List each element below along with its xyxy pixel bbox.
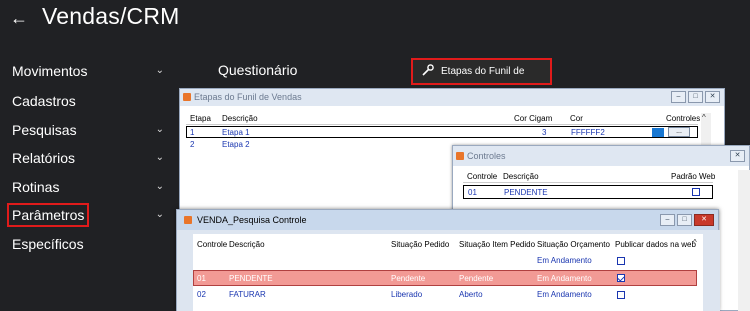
- close-button[interactable]: ✕: [694, 214, 714, 226]
- column-header[interactable]: Controles: [666, 114, 700, 123]
- close-button[interactable]: ✕: [730, 150, 745, 162]
- window-titlebar: VENDA_Pesquisa Controle – □ ✕: [177, 210, 718, 230]
- cell-situacao-orcamento: Em Andamento: [537, 274, 592, 283]
- sidebar-item-label: Cadastros: [12, 93, 76, 109]
- column-header[interactable]: Descrição: [503, 172, 539, 181]
- table-row[interactable]: Em Andamento: [193, 254, 689, 268]
- publicar-checkbox[interactable]: [617, 274, 625, 282]
- sidebar-item-relatorios[interactable]: Relatórios ⌄: [12, 145, 172, 171]
- sidebar-item-parametros[interactable]: Parâmetros ⌄: [6, 202, 172, 228]
- minimize-button[interactable]: –: [671, 91, 686, 103]
- cell-cor: FFFFFF2: [571, 128, 605, 137]
- window-title: Controles: [467, 151, 506, 161]
- column-header[interactable]: Padrão Web: [671, 172, 715, 181]
- column-header[interactable]: Etapa: [190, 114, 211, 123]
- close-button[interactable]: ✕: [705, 91, 720, 103]
- column-header[interactable]: Descrição: [222, 114, 258, 123]
- column-header[interactable]: Publicar dados na web: [615, 240, 696, 249]
- sidebar-item-pesquisas[interactable]: Pesquisas ⌄: [12, 117, 172, 143]
- menu-item-questionario[interactable]: Questionário: [218, 62, 297, 78]
- table-row-selected[interactable]: 01 PENDENTE Pendente Pendente Em Andamen…: [193, 270, 697, 286]
- page-title: Vendas/CRM: [42, 3, 180, 29]
- sidebar-item-label: Movimentos: [12, 63, 88, 79]
- pesquisa-controle-window: VENDA_Pesquisa Controle – □ ✕ Controle Des…: [176, 209, 720, 311]
- cell-descricao: PENDENTE: [504, 188, 548, 197]
- cell-situacao-item: Aberto: [459, 290, 483, 299]
- chevron-up-icon[interactable]: ^: [702, 113, 706, 122]
- window-title: Etapas do Funil de Vendas: [194, 92, 302, 102]
- column-header[interactable]: Situação Pedido: [391, 240, 449, 249]
- publicar-checkbox[interactable]: [617, 257, 625, 265]
- table-row[interactable]: 02 FATURAR Liberado Aberto Em Andamento: [193, 288, 689, 302]
- cell-situacao-orcamento: Em Andamento: [537, 290, 592, 299]
- cell-descricao: FATURAR: [229, 290, 266, 299]
- sidebar-item-label: Específicos: [12, 236, 84, 252]
- sidebar-item-label: Pesquisas: [12, 122, 77, 138]
- app-icon: [456, 152, 464, 160]
- column-header[interactable]: Descrição: [229, 240, 265, 249]
- column-header[interactable]: Cor: [570, 114, 583, 123]
- sidebar-item-cadastros[interactable]: Cadastros: [12, 88, 172, 114]
- cell-situacao-orcamento: Em Andamento: [537, 256, 592, 265]
- app-icon: [183, 93, 191, 101]
- maximize-button[interactable]: □: [688, 91, 703, 103]
- sidebar-item-label: Relatórios: [12, 150, 76, 166]
- cell-descricao: Etapa 2: [222, 140, 250, 149]
- sidebar-item-movimentos[interactable]: Movimentos ⌄: [12, 58, 172, 84]
- table-row[interactable]: 01 PENDENTE: [463, 185, 713, 199]
- table-row[interactable]: 1 Etapa 1 3 FFFFFF2 ...: [186, 126, 698, 138]
- cell-controle: 01: [197, 274, 206, 283]
- cell-descricao: Etapa 1: [222, 128, 250, 137]
- sidebar-item-label: Parâmetros: [6, 203, 90, 227]
- sidebar-item-especificos[interactable]: Específicos: [12, 231, 172, 257]
- sidebar-item-label: Rotinas: [12, 179, 60, 195]
- sidebar-item-rotinas[interactable]: Rotinas ⌄: [12, 174, 172, 200]
- chevron-down-icon: ⌄: [155, 209, 164, 220]
- chevron-up-icon[interactable]: ^: [693, 238, 697, 247]
- column-header[interactable]: Cor Cigam: [514, 114, 552, 123]
- cell-situacao-item: Pendente: [459, 274, 494, 283]
- maximize-button[interactable]: □: [677, 214, 692, 226]
- cell-etapa: 2: [190, 140, 195, 149]
- chevron-down-icon: ⌄: [155, 152, 164, 163]
- cell-situacao-pedido: Pendente: [391, 274, 426, 283]
- table-header: Etapa Descrição Cor Cigam Cor Controles: [186, 113, 700, 125]
- table-header: Controle Descrição Padrão Web: [463, 171, 715, 183]
- cell-etapa: 1: [190, 128, 195, 137]
- cell-controle: 02: [197, 290, 206, 299]
- cell-descricao: PENDENTE: [229, 274, 273, 283]
- publicar-checkbox[interactable]: [617, 291, 625, 299]
- column-header[interactable]: Situação Item Pedido: [459, 240, 535, 249]
- chevron-down-icon: ⌄: [155, 181, 164, 192]
- results-table: Controle Descrição Situação Pedido Situa…: [193, 234, 703, 311]
- cell-situacao-pedido: Liberado: [391, 290, 423, 299]
- wrench-icon: [422, 64, 434, 76]
- chevron-down-icon: ⌄: [155, 65, 164, 76]
- window-titlebar: Etapas do Funil de Vendas – □ ✕: [180, 89, 724, 106]
- chevron-down-icon: ⌄: [155, 124, 164, 135]
- column-header[interactable]: Controle: [197, 240, 227, 249]
- padrao-web-checkbox[interactable]: [692, 188, 700, 196]
- minimize-button[interactable]: –: [660, 214, 675, 226]
- back-arrow-icon[interactable]: ←: [10, 8, 28, 29]
- cell-controle: 01: [468, 188, 477, 197]
- column-header[interactable]: Situação Orçamento: [537, 240, 610, 249]
- window-titlebar: Controles ✕: [453, 146, 749, 166]
- color-swatch: [652, 128, 664, 137]
- cell-cor-cigam: 3: [542, 128, 547, 137]
- window-title: VENDA_Pesquisa Controle: [197, 215, 307, 225]
- app-icon: [184, 216, 192, 224]
- column-header[interactable]: Controle: [467, 172, 497, 181]
- scrollbar[interactable]: [738, 170, 750, 311]
- controles-button[interactable]: ...: [668, 127, 690, 137]
- menu-item-etapas-funil[interactable]: Etapas do Funil de Vendas: [411, 58, 552, 100]
